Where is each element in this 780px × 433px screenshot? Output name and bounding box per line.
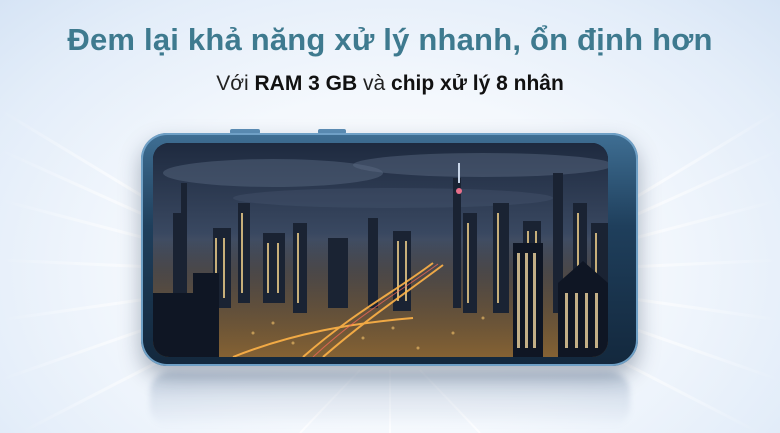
headline: Đem lại khả năng xử lý nhanh, ổn định hơ…	[67, 22, 713, 57]
promo-banner: Đem lại khả năng xử lý nhanh, ổn định hơ…	[0, 0, 780, 433]
phone-reflection	[150, 372, 630, 427]
subline-middle: và	[357, 72, 392, 95]
subheadline: Với RAM 3 GB và chip xử lý 8 nhân	[0, 72, 780, 96]
city-skyline-illustration	[153, 143, 608, 357]
chip-spec: chip xử lý 8 nhân	[391, 72, 564, 95]
subline-prefix: Với	[216, 72, 255, 95]
phone-screen-city-night-image	[153, 143, 608, 357]
ram-spec: RAM 3 GB	[254, 72, 358, 95]
